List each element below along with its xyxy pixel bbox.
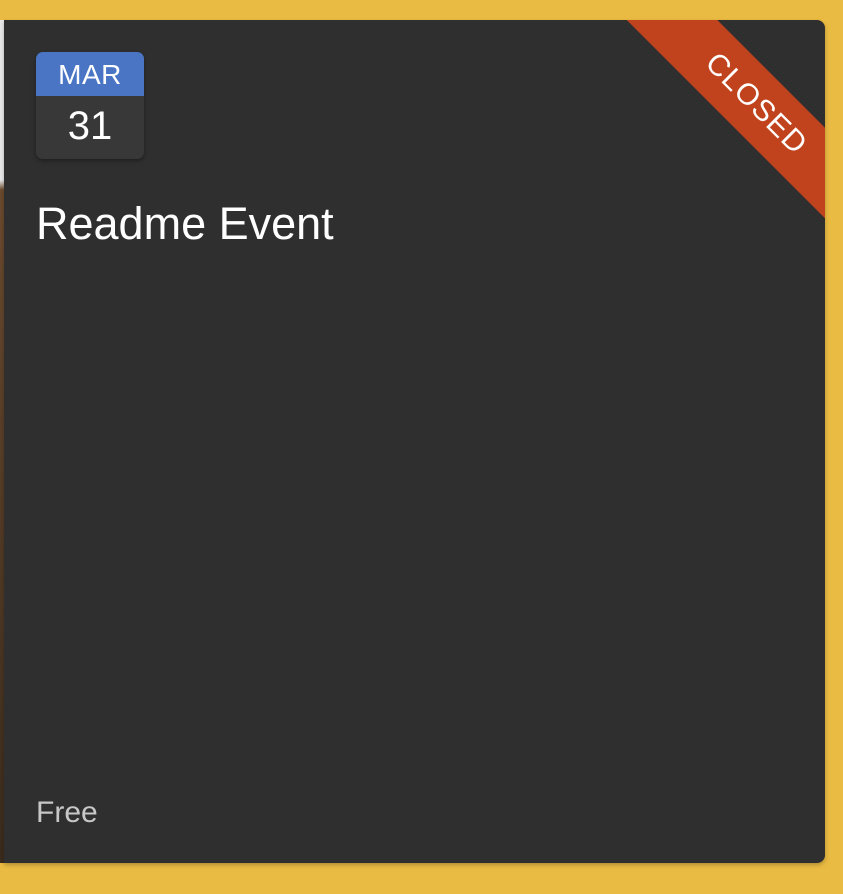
event-title[interactable]: Readme Event: [36, 198, 334, 250]
event-card[interactable]: MAR 31 Readme Event Free CLOSED: [4, 20, 825, 863]
date-day: 31: [67, 104, 113, 148]
event-price: Free: [36, 796, 98, 829]
status-ribbon: CLOSED: [613, 20, 825, 247]
date-badge: MAR 31: [36, 52, 144, 159]
date-month: MAR: [36, 52, 144, 96]
